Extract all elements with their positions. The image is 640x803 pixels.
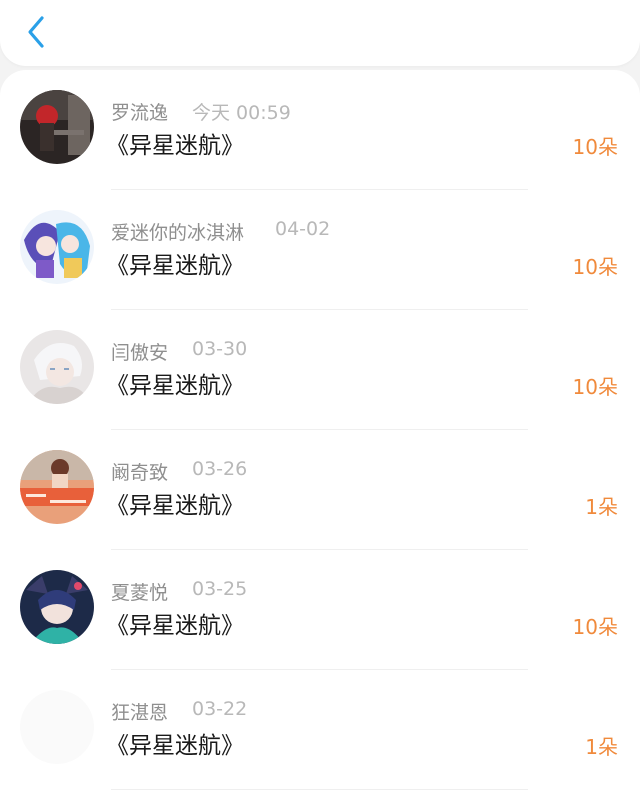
list-item[interactable]: 闫傲安 03-30 《异星迷航》 10朵: [0, 310, 640, 430]
gift-count: 1朵: [585, 735, 618, 759]
list-item[interactable]: 罗流逸 今天 00:59 《异星迷航》 10朵: [0, 70, 640, 190]
avatar[interactable]: [20, 690, 94, 764]
book-title: 《异星迷航》: [106, 133, 244, 159]
user-name: 爱迷你的冰淇淋: [111, 222, 245, 244]
divider: [111, 789, 528, 790]
gift-date: 03-26: [192, 458, 248, 480]
top-bar: [0, 0, 640, 66]
gift-date: 03-30: [192, 338, 248, 360]
gift-count: 10朵: [572, 255, 618, 279]
avatar[interactable]: [20, 570, 94, 644]
book-title: 《异星迷航》: [106, 253, 244, 279]
gift-date: 03-22: [192, 698, 248, 720]
book-title: 《异星迷航》: [106, 733, 244, 759]
back-button[interactable]: [18, 10, 54, 54]
avatar[interactable]: [20, 450, 94, 524]
gift-date: 03-25: [192, 578, 248, 600]
list-item[interactable]: 夏菱悦 03-25 《异星迷航》 10朵: [0, 550, 640, 670]
user-name: 狂湛恩: [111, 702, 169, 724]
list-item[interactable]: 阚奇致 03-26 《异星迷航》 1朵: [0, 430, 640, 550]
user-name: 阚奇致: [111, 462, 169, 484]
book-title: 《异星迷航》: [106, 373, 244, 399]
user-name: 罗流逸: [111, 102, 169, 124]
gift-count: 1朵: [585, 495, 618, 519]
avatar[interactable]: [20, 210, 94, 284]
user-name: 闫傲安: [111, 342, 169, 364]
book-title: 《异星迷航》: [106, 613, 244, 639]
gift-count: 10朵: [572, 135, 618, 159]
chevron-left-icon: [28, 16, 44, 48]
book-title: 《异星迷航》: [106, 493, 244, 519]
avatar[interactable]: [20, 90, 94, 164]
gift-count: 10朵: [572, 375, 618, 399]
gift-list: 罗流逸 今天 00:59 《异星迷航》 10朵 爱迷你的冰淇淋 04-02 《异…: [0, 70, 640, 803]
user-name: 夏菱悦: [111, 582, 169, 604]
avatar[interactable]: [20, 330, 94, 404]
list-item[interactable]: 爱迷你的冰淇淋 04-02 《异星迷航》 10朵: [0, 190, 640, 310]
list-item[interactable]: 狂湛恩 03-22 《异星迷航》 1朵: [0, 670, 640, 790]
gift-count: 10朵: [572, 615, 618, 639]
gift-date: 04-02: [275, 218, 331, 240]
gift-date: 今天 00:59: [192, 102, 291, 124]
